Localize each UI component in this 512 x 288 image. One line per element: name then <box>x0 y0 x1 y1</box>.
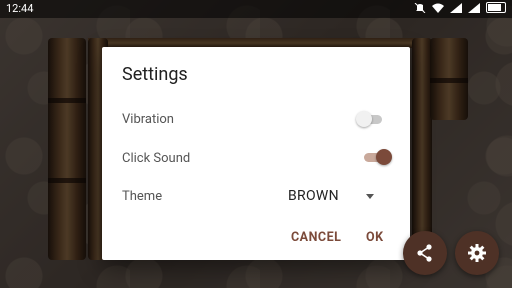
wifi-icon <box>432 3 444 13</box>
cancel-button[interactable]: CANCEL <box>291 230 341 245</box>
dialog-title: Settings <box>122 64 188 85</box>
signal-icon <box>450 2 462 13</box>
gear-icon <box>468 244 486 262</box>
theme-label: Theme <box>122 189 163 204</box>
theme-select-value[interactable]: BROWN <box>288 188 339 204</box>
status-bar: 12:44 <box>0 0 512 18</box>
ok-button[interactable]: OK <box>366 230 384 245</box>
vibration-toggle[interactable] <box>356 111 384 127</box>
mute-icon <box>414 2 426 13</box>
vibration-label: Vibration <box>122 112 174 127</box>
status-time: 12:44 <box>6 2 34 15</box>
battery-icon <box>486 2 506 13</box>
share-icon <box>417 244 432 262</box>
settings-button[interactable] <box>455 231 499 275</box>
share-button[interactable] <box>403 231 447 275</box>
signal-icon <box>468 2 480 13</box>
click-sound-toggle[interactable] <box>362 149 392 165</box>
dropdown-arrow-icon[interactable] <box>366 194 374 199</box>
settings-dialog: Settings Vibration Click Sound Theme BRO… <box>102 47 410 260</box>
click-sound-label: Click Sound <box>122 151 191 166</box>
